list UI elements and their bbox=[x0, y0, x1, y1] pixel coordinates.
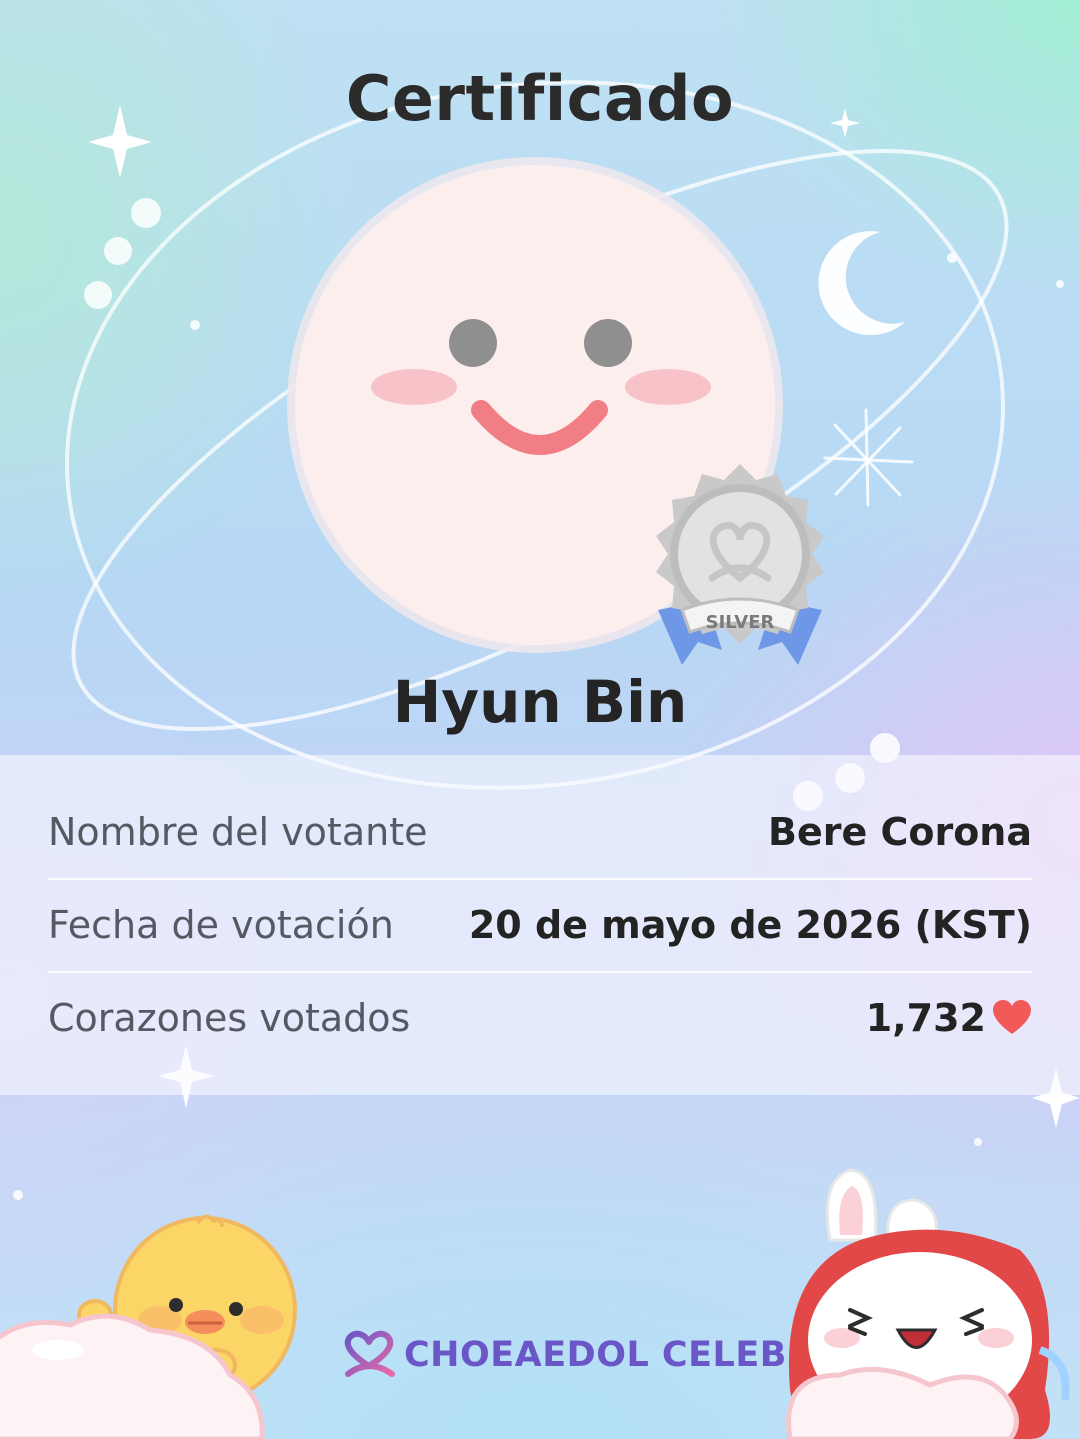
certificate-title: Certificado bbox=[345, 62, 735, 135]
badge-label: SILVER bbox=[706, 612, 775, 633]
certificate-screen: Certificado SILVER Hyun Bin Nombre del v… bbox=[0, 0, 1080, 1439]
voter-name-label: Nombre del votante bbox=[48, 809, 428, 854]
vote-date-row: Fecha de votación 20 de mayo de 2026 (KS… bbox=[48, 878, 1032, 973]
voter-name-row: Nombre del votante Bere Corona bbox=[48, 785, 1032, 880]
vote-date-value: 20 de mayo de 2026 (KST) bbox=[468, 902, 1032, 947]
voter-name-value: Bere Corona bbox=[767, 809, 1032, 854]
rabbit-character-illustration bbox=[786, 1168, 1070, 1439]
brand-logo: CHOEAEDOL CELEB bbox=[340, 1325, 787, 1385]
moon-icon bbox=[818, 231, 905, 336]
hearts-voted-label: Corazones votados bbox=[48, 995, 411, 1040]
hearts-voted-value: 1,732 bbox=[865, 995, 986, 1040]
hearts-voted-row: Corazones votados 1,732 bbox=[48, 971, 1032, 1064]
chick-character-illustration bbox=[0, 1214, 297, 1439]
hearts-voted-value-group: 1,732 bbox=[866, 996, 1032, 1040]
celebrity-name: Hyun Bin bbox=[392, 668, 688, 736]
vote-date-label: Fecha de votación bbox=[48, 902, 394, 947]
brand-name: CHOEAEDOL CELEB bbox=[404, 1335, 787, 1375]
heart-icon bbox=[993, 999, 1031, 1034]
heart-loop-logo-icon bbox=[344, 1330, 395, 1377]
silver-medal-icon: SILVER bbox=[656, 464, 824, 665]
